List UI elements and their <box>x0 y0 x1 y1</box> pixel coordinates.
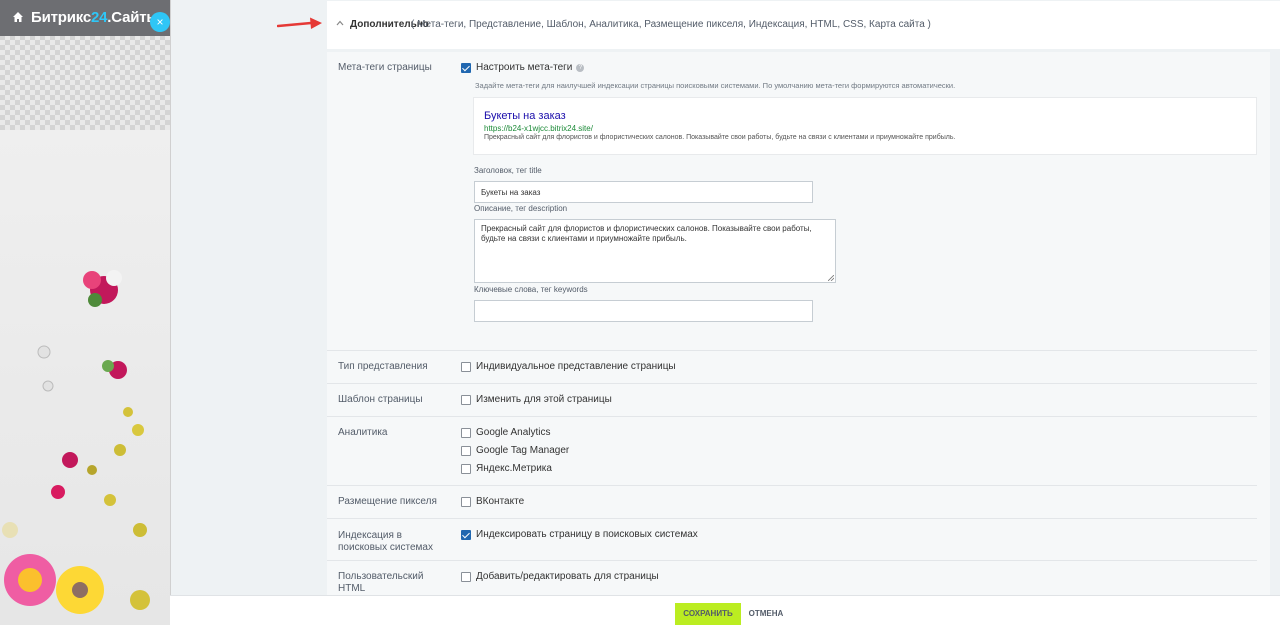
checkbox-icon[interactable] <box>461 427 471 438</box>
title-input[interactable]: Букеты на заказ <box>474 181 813 203</box>
view-type-checkbox[interactable]: Индивидуальное представление страницы <box>461 361 676 372</box>
checkbox-icon[interactable] <box>461 394 471 405</box>
description-text: Прекрасный сайт для флористов и флористи… <box>481 224 812 243</box>
checkbox-icon[interactable] <box>461 445 471 456</box>
analytics-option-3: Яндекс.Метрика <box>476 463 552 474</box>
red-arrow-annotation <box>277 17 322 29</box>
checkbox-icon[interactable] <box>461 361 471 372</box>
custom-html-row: Пользовательский HTML Добавить/редактиро… <box>327 561 1270 595</box>
checkbox-checked-icon[interactable] <box>461 529 471 540</box>
keywords-input[interactable] <box>474 300 813 322</box>
view-type-label: Тип представления <box>338 361 428 372</box>
checkbox-checked-icon[interactable] <box>461 62 471 73</box>
template-label: Шаблон страницы <box>338 394 423 405</box>
section-content: Мета-теги страницы Настроить мета-теги ?… <box>327 52 1270 595</box>
snippet-description: Прекрасный сайт для флористов и флористи… <box>484 134 956 141</box>
resize-handle-icon[interactable] <box>828 275 834 281</box>
snippet-title: Букеты на заказ <box>484 110 566 122</box>
search-snippet-preview: Букеты на заказ https://b24-x1wjcc.bitri… <box>473 97 1257 155</box>
description-field-label: Описание, тег description <box>474 204 568 213</box>
site-backdrop: Битрикс24.Сайты <box>0 0 170 625</box>
settings-panel: Дополнительно ( Мета-теги, Представление… <box>170 0 1280 625</box>
snippet-url: https://b24-x1wjcc.bitrix24.site/ <box>484 124 593 133</box>
cancel-button[interactable]: ОТМЕНА <box>748 603 784 625</box>
analytics-option-2: Google Tag Manager <box>476 445 570 456</box>
custom-html-option: Добавить/редактировать для страницы <box>476 571 659 582</box>
pixel-row: Размещение пикселя ВКонтакте <box>327 486 1270 518</box>
footer-bar: СОХРАНИТЬ ОТМЕНА <box>170 595 1280 625</box>
chevron-up-icon[interactable] <box>335 18 345 28</box>
description-textarea[interactable]: Прекрасный сайт для флористов и флористи… <box>474 219 836 283</box>
section-header[interactable]: Дополнительно ( Мета-теги, Представление… <box>327 1 1280 49</box>
indexing-option: Индексировать страницу в поисковых систе… <box>476 529 698 540</box>
meta-tags-checkbox-label: Настроить мета-теги <box>476 62 573 73</box>
indexing-checkbox[interactable]: Индексировать страницу в поисковых систе… <box>461 529 698 540</box>
home-icon[interactable] <box>12 11 24 23</box>
checkbox-icon[interactable] <box>461 571 471 582</box>
section-subtitle: ( Мета-теги, Представление, Шаблон, Анал… <box>411 19 931 30</box>
app-logo: Битрикс24.Сайты <box>31 9 159 26</box>
pixel-label: Размещение пикселя <box>338 496 437 507</box>
close-icon: × <box>156 15 164 29</box>
google-analytics-checkbox[interactable]: Google Analytics <box>461 427 551 438</box>
flowers-image <box>2 270 150 614</box>
title-field-label: Заголовок, тег title <box>474 166 542 175</box>
template-row: Шаблон страницы Изменить для этой страни… <box>327 384 1270 416</box>
indexing-row: Индексация в поисковых системах Индексир… <box>327 519 1270 559</box>
google-tag-manager-checkbox[interactable]: Google Tag Manager <box>461 445 569 456</box>
keywords-field-label: Ключевые слова, тег keywords <box>474 285 588 294</box>
meta-tags-hint: Задайте мета-теги для наилучшей индексац… <box>475 81 956 90</box>
logo-text-1: Битрикс <box>31 9 91 26</box>
analytics-row: Аналитика Google Analytics Google Tag Ma… <box>327 417 1270 485</box>
meta-tags-checkbox[interactable]: Настроить мета-теги ? <box>461 62 585 73</box>
view-type-option: Индивидуальное представление страницы <box>476 361 676 372</box>
checkbox-icon[interactable] <box>461 496 471 507</box>
template-checkbox[interactable]: Изменить для этой страницы <box>461 394 612 405</box>
custom-html-label: Пользовательский HTML <box>338 571 424 594</box>
view-type-row: Тип представления Индивидуальное предста… <box>327 351 1270 383</box>
analytics-label: Аналитика <box>338 427 388 438</box>
meta-tags-label: Мета-теги страницы <box>338 62 432 73</box>
logo-text-2: 24 <box>90 9 108 26</box>
help-icon[interactable]: ? <box>576 63 585 72</box>
yandex-metrika-checkbox[interactable]: Яндекс.Метрика <box>461 463 552 474</box>
template-option: Изменить для этой страницы <box>476 394 612 405</box>
indexing-label: Индексация в поисковых системах <box>338 530 433 553</box>
vkontakte-checkbox[interactable]: ВКонтакте <box>461 496 524 507</box>
analytics-option-1: Google Analytics <box>476 427 551 438</box>
meta-tags-row: Мета-теги страницы Настроить мета-теги ?… <box>327 52 1270 350</box>
backdrop-image <box>0 130 170 625</box>
save-button[interactable]: СОХРАНИТЬ <box>675 603 741 625</box>
custom-html-checkbox[interactable]: Добавить/редактировать для страницы <box>461 571 659 582</box>
checkbox-icon[interactable] <box>461 463 471 474</box>
close-slider-button[interactable]: × <box>150 12 170 32</box>
pixel-option: ВКонтакте <box>476 496 525 507</box>
